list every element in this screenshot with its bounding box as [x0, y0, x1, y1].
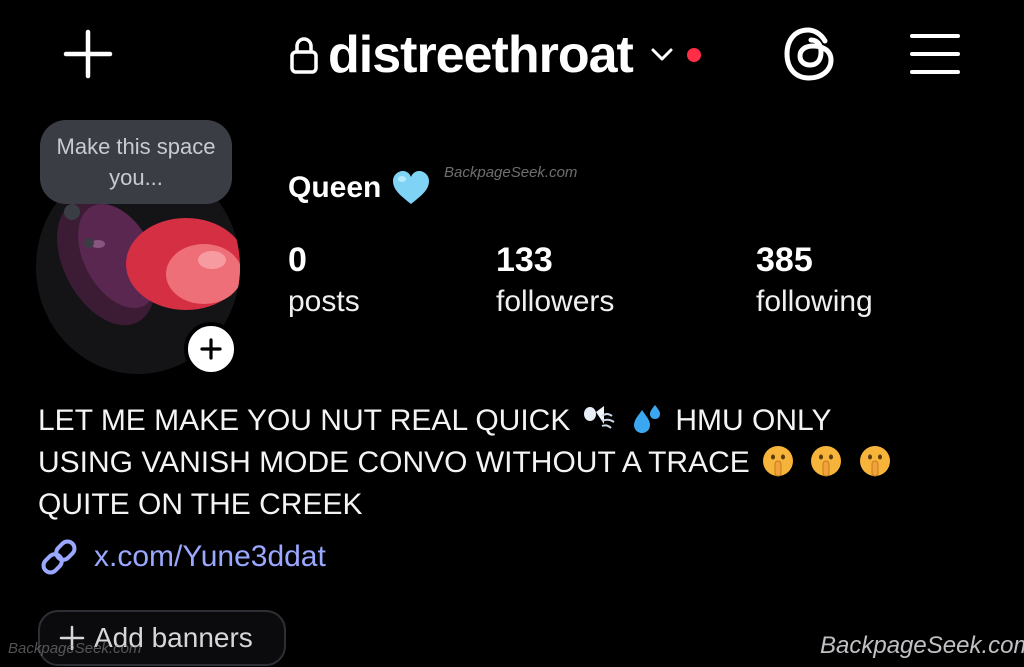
note-text: Make this space you...	[56, 134, 216, 190]
watermark-bottom-right: BackpageSeek.com	[820, 632, 1024, 659]
add-story-button[interactable]	[184, 322, 238, 376]
followers-count: 133	[496, 241, 553, 279]
stat-following[interactable]: 385 following	[756, 240, 873, 324]
lock-icon	[290, 37, 318, 74]
note-bubble-tail	[64, 204, 80, 220]
bio: LET ME MAKE YOU NUT REAL QUICK HMU ONLY …	[38, 400, 998, 526]
notification-dot	[686, 48, 701, 62]
plus-icon	[63, 29, 113, 79]
username: distreethroat	[328, 26, 634, 84]
account-switcher[interactable]: distreethroat	[290, 22, 701, 88]
watermark-bottom-left: BackpageSeek.com	[8, 640, 142, 657]
chevron-down-icon	[651, 48, 673, 61]
posts-label: posts	[288, 285, 360, 318]
menu-button[interactable]	[904, 26, 966, 82]
create-button[interactable]	[58, 24, 118, 84]
threads-button[interactable]	[778, 22, 842, 86]
bio-line-2: USING VANISH MODE CONVO WITHOUT A TRACE	[38, 442, 998, 484]
note-bubble-tail-small	[84, 238, 94, 248]
posts-count: 0	[288, 241, 307, 279]
shushing-face-icon	[763, 446, 794, 477]
link-icon	[41, 539, 77, 575]
stat-followers[interactable]: 133 followers	[496, 240, 614, 324]
watermark-top: BackpageSeek.com	[444, 164, 578, 181]
profile-link[interactable]: x.com/Yune3ddat	[38, 536, 326, 578]
following-count: 385	[756, 241, 813, 279]
sweat-droplets-icon	[634, 405, 661, 433]
note-bubble[interactable]: Make this space you...	[40, 120, 232, 204]
profile-screen: distreethroat Make this space you... Que…	[0, 0, 1024, 667]
plus-icon	[200, 338, 222, 360]
threads-icon	[784, 27, 834, 81]
followers-label: followers	[496, 285, 615, 318]
bio-line-1: LET ME MAKE YOU NUT REAL QUICK HMU ONLY	[38, 404, 832, 437]
light-blue-heart-icon	[393, 171, 430, 204]
link-text[interactable]: x.com/Yune3ddat	[94, 540, 326, 574]
shushing-face-icon	[811, 446, 842, 477]
bio-line-3: QUITE ON THE CREEK	[38, 488, 363, 521]
display-name-text: Queen	[288, 171, 382, 204]
top-bar: distreethroat	[0, 0, 1024, 110]
stat-posts[interactable]: 0 posts	[288, 240, 360, 324]
menu-icon	[910, 34, 960, 74]
following-label: following	[756, 285, 873, 318]
wind-face-icon	[583, 406, 615, 429]
display-name: Queen	[288, 170, 431, 206]
add-banners-button[interactable]: Add banners	[38, 610, 286, 666]
shushing-face-icon	[859, 446, 890, 477]
